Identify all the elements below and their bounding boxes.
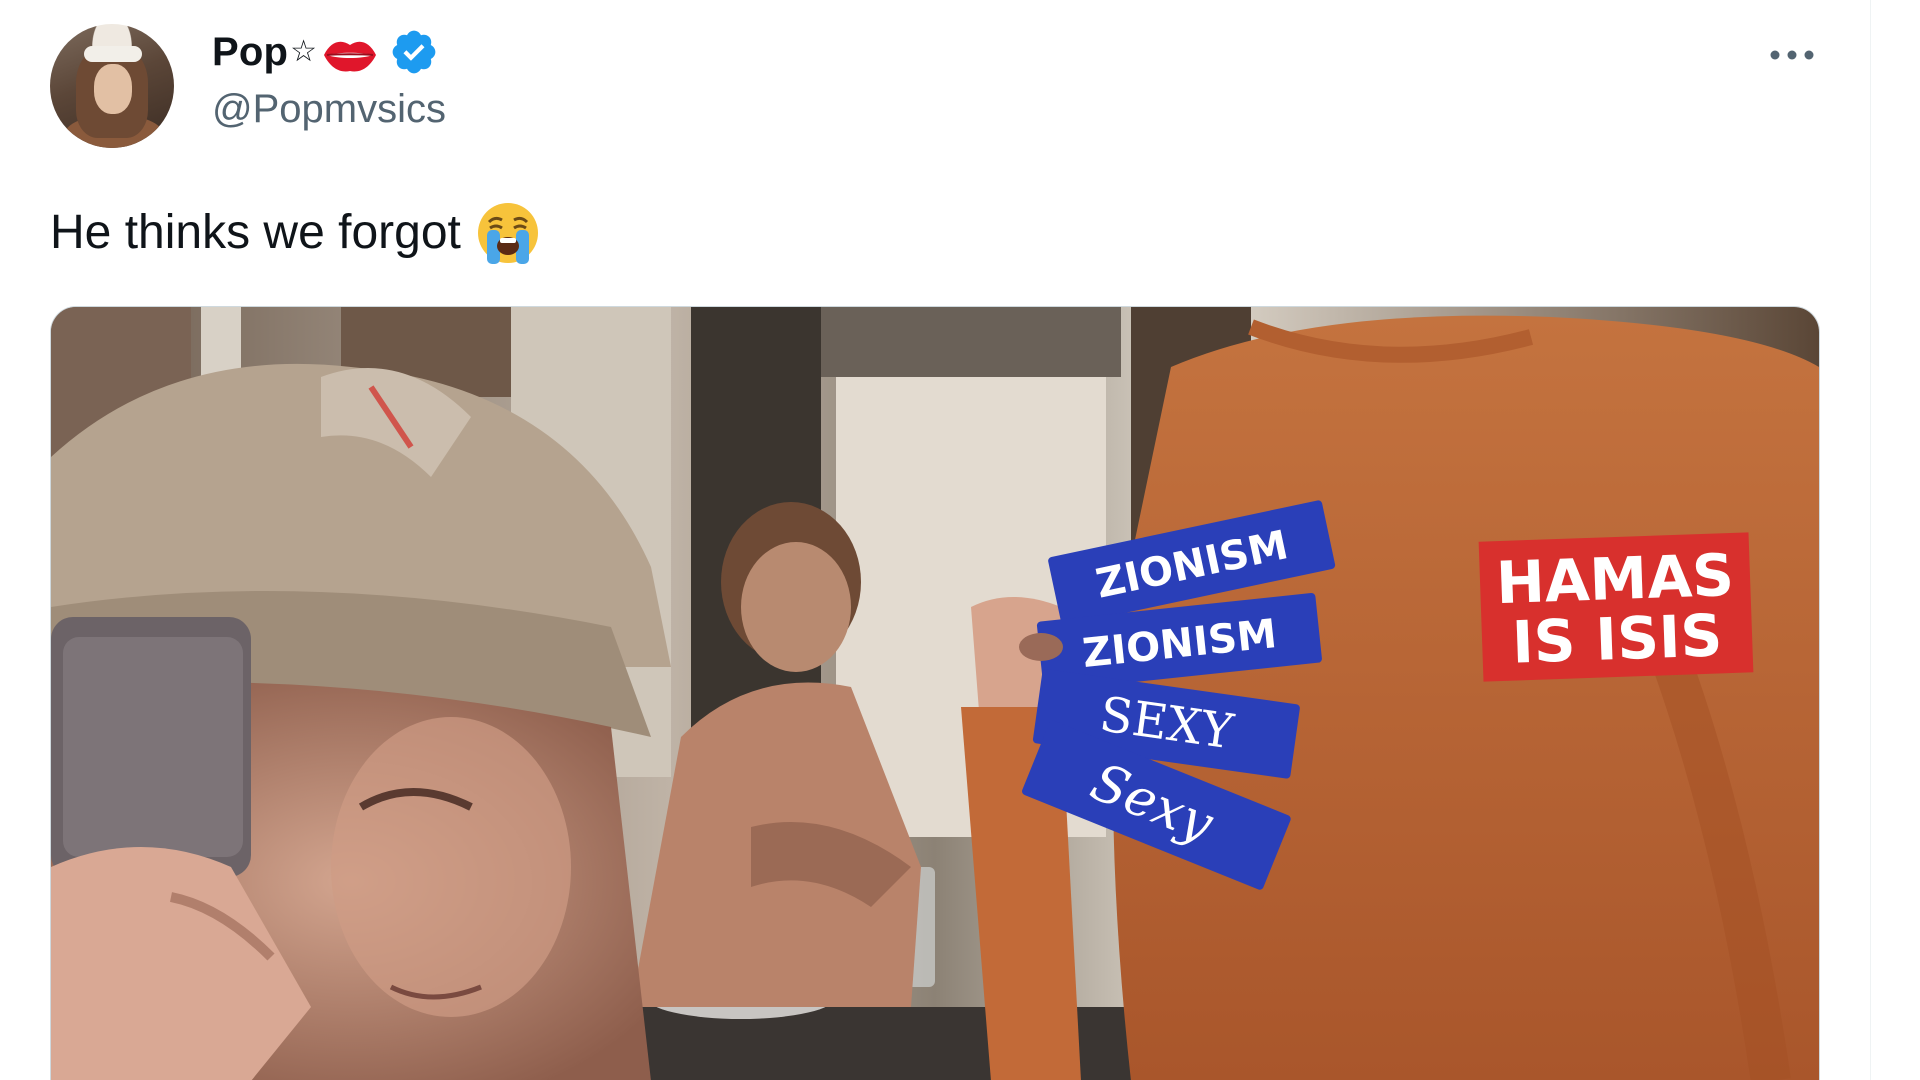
lips-icon	[321, 32, 379, 72]
display-name-text[interactable]: Pop	[212, 22, 288, 82]
avatar[interactable]	[50, 24, 174, 148]
author-handle[interactable]: @Popmvsics	[212, 84, 446, 134]
tweet-text: He thinks we forgot	[50, 200, 541, 266]
more-options-icon	[1770, 50, 1814, 60]
more-options-button[interactable]	[1762, 30, 1822, 80]
avatar-headband	[84, 46, 142, 62]
star-icon: ☆	[290, 35, 318, 68]
media-photo-illustration: HAMAS IS ISIS ZIONISM ZIONISM SEXY Sexy	[51, 307, 1819, 1080]
avatar-face	[94, 64, 132, 114]
crying-face-emoji	[475, 200, 541, 266]
tweet-card: Pop ☆ @Popmvsics He thinks we forgot HAM…	[0, 0, 1871, 1080]
tweet-text-content: He thinks we forgot	[50, 206, 461, 259]
tweet-media-photo[interactable]: HAMAS IS ISIS ZIONISM ZIONISM SEXY Sexy	[50, 306, 1820, 1080]
author-info: Pop ☆ @Popmvsics	[212, 22, 446, 134]
verified-badge-icon[interactable]	[389, 27, 439, 77]
shirt-sticker-line-2: IS ISIS	[1511, 601, 1723, 676]
display-name[interactable]: Pop ☆	[212, 22, 446, 82]
